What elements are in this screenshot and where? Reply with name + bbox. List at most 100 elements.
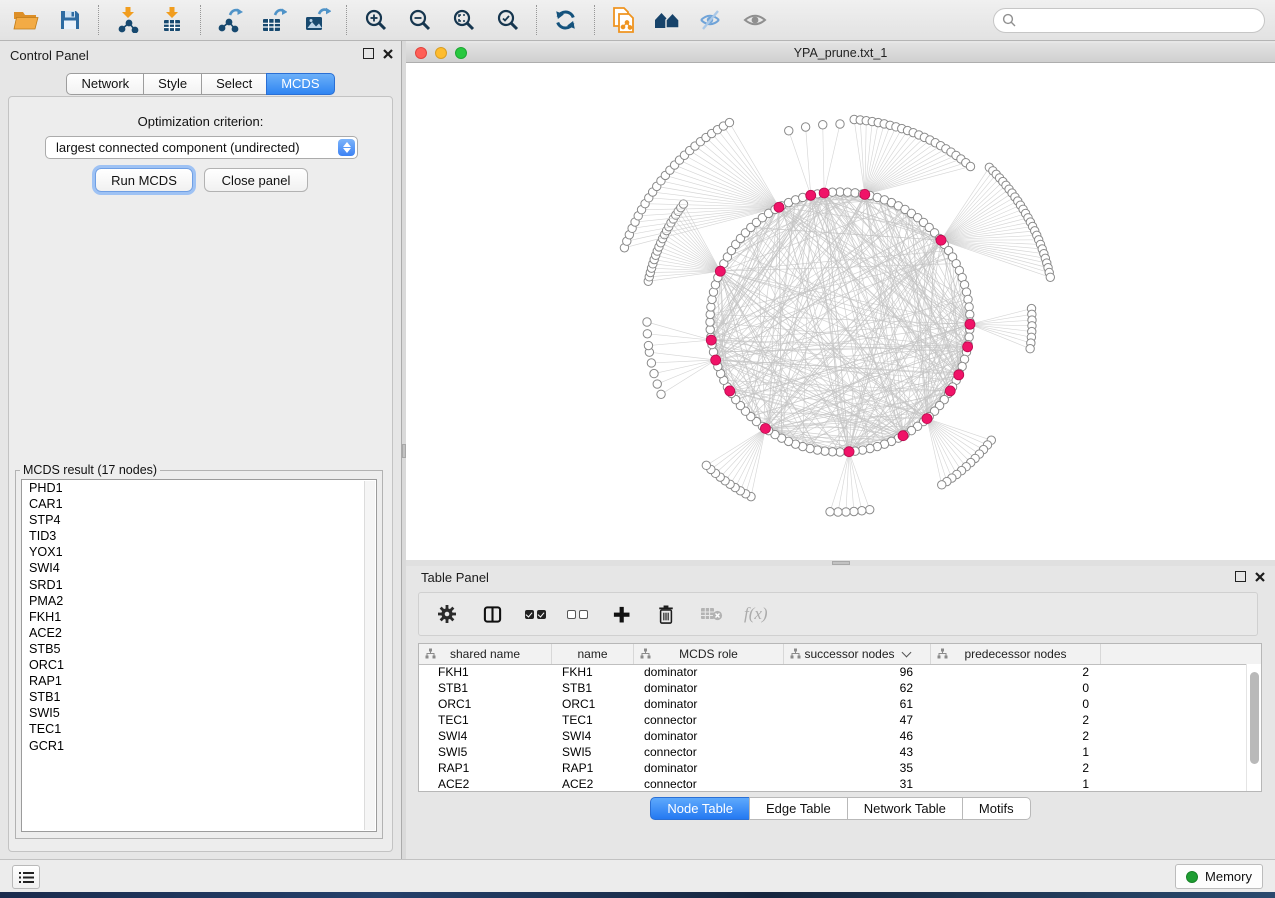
graph-hub-node[interactable] [936,235,946,245]
graph-hub-node[interactable] [860,189,870,199]
graph-hub-node[interactable] [965,319,975,329]
graph-node[interactable] [801,123,809,131]
hide-selection-icon[interactable] [696,4,727,36]
tab-select[interactable]: Select [201,73,267,95]
graph-node[interactable] [644,341,652,349]
close-panel-icon[interactable] [383,49,393,59]
graph-node[interactable] [643,330,651,338]
mcds-result-item[interactable]: CAR1 [22,496,376,512]
mcds-result-item[interactable]: ORC1 [22,657,376,673]
graph-hub-node[interactable] [806,190,816,200]
graph-hub-node[interactable] [954,370,964,380]
scrollbar-thumb[interactable] [1250,672,1259,764]
column-header-predecessor-nodes[interactable]: predecessor nodes [931,644,1101,664]
graph-node[interactable] [850,507,858,515]
column-header-successor-nodes[interactable]: successor nodes [784,644,931,664]
graph-node[interactable] [702,461,710,469]
import-network-icon[interactable] [112,4,143,36]
export-table-icon[interactable] [258,4,289,36]
mcds-result-item[interactable]: SRD1 [22,577,376,593]
graph-node[interactable] [858,507,866,515]
tab-network[interactable]: Network [66,73,144,95]
graph-node[interactable] [650,369,658,377]
show-columns-icon[interactable] [480,598,504,630]
tab-style[interactable]: Style [143,73,202,95]
graph-node[interactable] [647,359,655,367]
network-canvas[interactable] [406,63,1275,560]
tab-motifs[interactable]: Motifs [962,797,1031,820]
mcds-result-item[interactable]: STB1 [22,689,376,705]
splitter-handle[interactable] [832,561,850,565]
graph-node[interactable] [826,508,834,516]
first-neighbors-icon[interactable] [652,4,683,36]
create-column-icon[interactable] [609,598,633,630]
table-row[interactable]: ORC1ORC1dominator610 [419,696,1247,712]
graph-node[interactable] [836,120,844,128]
mcds-result-item[interactable]: STB5 [22,641,376,657]
delete-columns-icon[interactable] [654,598,678,630]
list-scrollbar[interactable] [364,481,375,830]
zoom-selected-icon[interactable] [492,4,523,36]
select-all-icon[interactable] [525,610,546,619]
table-scrollbar[interactable] [1246,664,1261,791]
graph-hub-node[interactable] [706,335,716,345]
mcds-result-item[interactable]: YOX1 [22,544,376,560]
graph-node[interactable] [653,380,661,388]
table-row[interactable]: FKH1FKH1dominator962 [419,664,1247,680]
tab-node-table[interactable]: Node Table [650,797,750,820]
network-from-selection-icon[interactable] [608,4,639,36]
mcds-result-item[interactable]: SWI5 [22,705,376,721]
mcds-result-item[interactable]: GCR1 [22,738,376,754]
tab-edge-table[interactable]: Edge Table [749,797,848,820]
show-all-icon[interactable] [740,4,771,36]
graph-hub-node[interactable] [711,355,721,365]
column-header-shared-name[interactable]: shared name [419,644,552,664]
graph-node[interactable] [1046,273,1054,281]
mcds-result-item[interactable]: STP4 [22,512,376,528]
table-row[interactable]: TEC1TEC1connector472 [419,712,1247,728]
table-row[interactable]: RAP1RAP1dominator352 [419,760,1247,776]
float-panel-icon[interactable] [1235,571,1246,582]
table-row[interactable]: SWI4SWI4dominator462 [419,728,1247,744]
graph-node[interactable] [643,318,651,326]
open-session-icon[interactable] [10,4,41,36]
graph-hub-node[interactable] [819,188,829,198]
save-session-icon[interactable] [54,4,85,36]
close-panel-icon[interactable] [1255,572,1265,582]
graph-hub-node[interactable] [760,423,770,433]
zoom-in-icon[interactable] [360,4,391,36]
mcds-result-item[interactable]: RAP1 [22,673,376,689]
tab-mcds[interactable]: MCDS [266,73,334,95]
float-panel-icon[interactable] [363,48,374,59]
optimization-select[interactable]: largest connected component (undirected) [45,136,358,159]
graph-hub-node[interactable] [898,431,908,441]
tab-network-table[interactable]: Network Table [847,797,963,820]
column-header-name[interactable]: name [552,644,634,664]
apply-layout-icon[interactable] [550,4,581,36]
task-monitor-button[interactable] [12,865,40,889]
mcds-result-item[interactable]: FKH1 [22,609,376,625]
mcds-result-item[interactable]: SWI4 [22,560,376,576]
graph-hub-node[interactable] [725,386,735,396]
graph-node[interactable] [819,121,827,129]
graph-hub-node[interactable] [945,386,955,396]
graph-node[interactable] [842,508,850,516]
graph-hub-node[interactable] [844,447,854,457]
graph-node[interactable] [1026,345,1034,353]
graph-node[interactable] [966,162,974,170]
graph-node[interactable] [938,481,946,489]
close-panel-button[interactable]: Close panel [204,168,308,192]
graph-node[interactable] [657,390,665,398]
delete-table-icon[interactable] [699,598,723,630]
mcds-result-item[interactable]: TID3 [22,528,376,544]
export-image-icon[interactable] [302,4,333,36]
export-network-icon[interactable] [214,4,245,36]
mcds-result-item[interactable]: PHD1 [22,480,376,496]
graph-node[interactable] [725,118,733,126]
table-row[interactable]: ACE2ACE2connector311 [419,776,1247,792]
mcds-result-item[interactable]: ACE2 [22,625,376,641]
function-builder-icon[interactable]: f(x) [744,604,768,624]
graph-node[interactable] [834,508,842,516]
graph-hub-node[interactable] [922,414,932,424]
graph-hub-node[interactable] [963,342,973,352]
